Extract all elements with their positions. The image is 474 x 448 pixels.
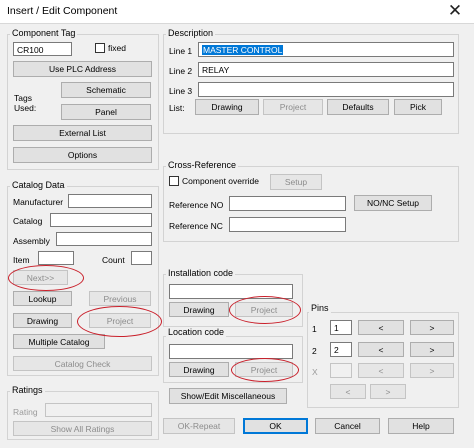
description-drawing-button[interactable]: Drawing <box>195 99 259 115</box>
show-all-ratings-button[interactable]: Show All Ratings <box>13 421 152 436</box>
component-override-label: Component override <box>182 176 260 186</box>
fixed-label: fixed <box>108 43 126 53</box>
catalog-previous-button[interactable]: Previous <box>89 291 151 306</box>
line2-input[interactable]: RELAY <box>198 62 454 77</box>
external-list-button[interactable]: External List <box>13 125 152 141</box>
pin-1-left-button[interactable]: < <box>358 320 404 335</box>
panel-button[interactable]: Panel <box>61 104 151 120</box>
pin-x-input[interactable] <box>330 363 352 378</box>
cross-ref-setup-button[interactable]: Setup <box>270 174 322 190</box>
pin-1-input[interactable]: 1 <box>330 320 352 335</box>
reference-no-label: Reference NO <box>169 200 224 210</box>
tags-used-label-1: Tags <box>14 93 32 103</box>
line1-input[interactable]: MASTER CONTROL <box>198 42 454 57</box>
annotation-circle-next <box>8 265 84 291</box>
pin-x-left-button[interactable]: < <box>358 363 404 378</box>
pin-2-left-button[interactable]: < <box>358 342 404 357</box>
use-plc-address-button[interactable]: Use PLC Address <box>13 61 152 77</box>
count-label: Count <box>102 255 125 265</box>
assembly-input[interactable] <box>56 232 152 246</box>
no-nc-setup-button[interactable]: NO/NC Setup <box>354 195 432 211</box>
component-tag-group-label: Component Tag <box>10 28 78 38</box>
pin-scroll-left-button[interactable]: < <box>330 384 366 399</box>
ok-button[interactable]: OK <box>243 418 308 434</box>
count-input[interactable] <box>131 251 152 265</box>
catalog-check-button[interactable]: Catalog Check <box>13 356 152 371</box>
defaults-button[interactable]: Defaults <box>327 99 389 115</box>
ok-repeat-button[interactable]: OK-Repeat <box>163 418 235 434</box>
help-button[interactable]: Help <box>388 418 454 434</box>
lookup-button[interactable]: Lookup <box>13 291 72 306</box>
catalog-label: Catalog <box>13 216 43 226</box>
line1-selected-text: MASTER CONTROL <box>202 45 284 55</box>
pin-row-1-label: 1 <box>312 324 317 334</box>
catalog-input[interactable] <box>50 213 152 227</box>
reference-nc-input[interactable] <box>229 217 346 232</box>
assembly-label: Assembly <box>13 236 50 246</box>
manufacturer-label: Manufacturer <box>13 197 64 207</box>
pin-2-input[interactable]: 2 <box>330 342 352 357</box>
pin-x-right-button[interactable]: > <box>410 363 454 378</box>
fixed-checkbox[interactable] <box>95 43 105 53</box>
component-override-checkbox[interactable] <box>169 176 179 186</box>
pin-row-x-label: X <box>312 367 318 377</box>
item-label: Item <box>13 255 30 265</box>
item-input[interactable] <box>38 251 74 265</box>
line3-input[interactable] <box>198 82 454 97</box>
location-code-group-label: Location code <box>166 327 227 337</box>
component-tag-input[interactable]: CR100 <box>13 42 72 56</box>
cancel-button[interactable]: Cancel <box>315 418 380 434</box>
pin-row-2-label: 2 <box>312 346 317 356</box>
description-group-label: Description <box>166 28 216 38</box>
cross-reference-group-label: Cross-Reference <box>166 160 239 170</box>
annotation-circle-catalog-project <box>77 306 162 337</box>
rating-label: Rating <box>13 407 38 417</box>
schematic-button[interactable]: Schematic <box>61 82 151 98</box>
pick-button[interactable]: Pick <box>394 99 442 115</box>
reference-no-input[interactable] <box>229 196 346 211</box>
tags-used-label-2: Used: <box>14 103 37 113</box>
annotation-circle-location-project <box>231 358 299 382</box>
window-title: Insert / Edit Component <box>7 5 118 17</box>
reference-nc-label: Reference NC <box>169 221 223 231</box>
location-drawing-button[interactable]: Drawing <box>169 362 229 377</box>
catalog-drawing-button[interactable]: Drawing <box>13 313 72 328</box>
installation-drawing-button[interactable]: Drawing <box>169 302 229 317</box>
manufacturer-input[interactable] <box>68 194 152 208</box>
rating-input[interactable] <box>45 403 152 417</box>
line2-label: Line 2 <box>169 66 193 76</box>
multiple-catalog-button[interactable]: Multiple Catalog <box>13 334 105 349</box>
annotation-circle-installation-project <box>229 296 301 324</box>
list-label: List: <box>169 103 185 113</box>
line1-label: Line 1 <box>169 46 193 56</box>
options-button[interactable]: Options <box>13 147 152 163</box>
location-code-input[interactable] <box>169 344 293 359</box>
ratings-group-label: Ratings <box>10 385 45 395</box>
installation-code-group-label: Installation code <box>166 268 236 278</box>
catalog-data-group-label: Catalog Data <box>10 180 67 190</box>
pin-1-right-button[interactable]: > <box>410 320 454 335</box>
line3-label: Line 3 <box>169 86 193 96</box>
pins-group-label: Pins <box>309 303 331 313</box>
show-edit-miscellaneous-button[interactable]: Show/Edit Miscellaneous <box>169 388 287 404</box>
pin-2-right-button[interactable]: > <box>410 342 454 357</box>
pin-scroll-right-button[interactable]: > <box>370 384 406 399</box>
close-icon[interactable]: ✕ <box>436 0 474 24</box>
description-project-button[interactable]: Project <box>263 99 323 115</box>
